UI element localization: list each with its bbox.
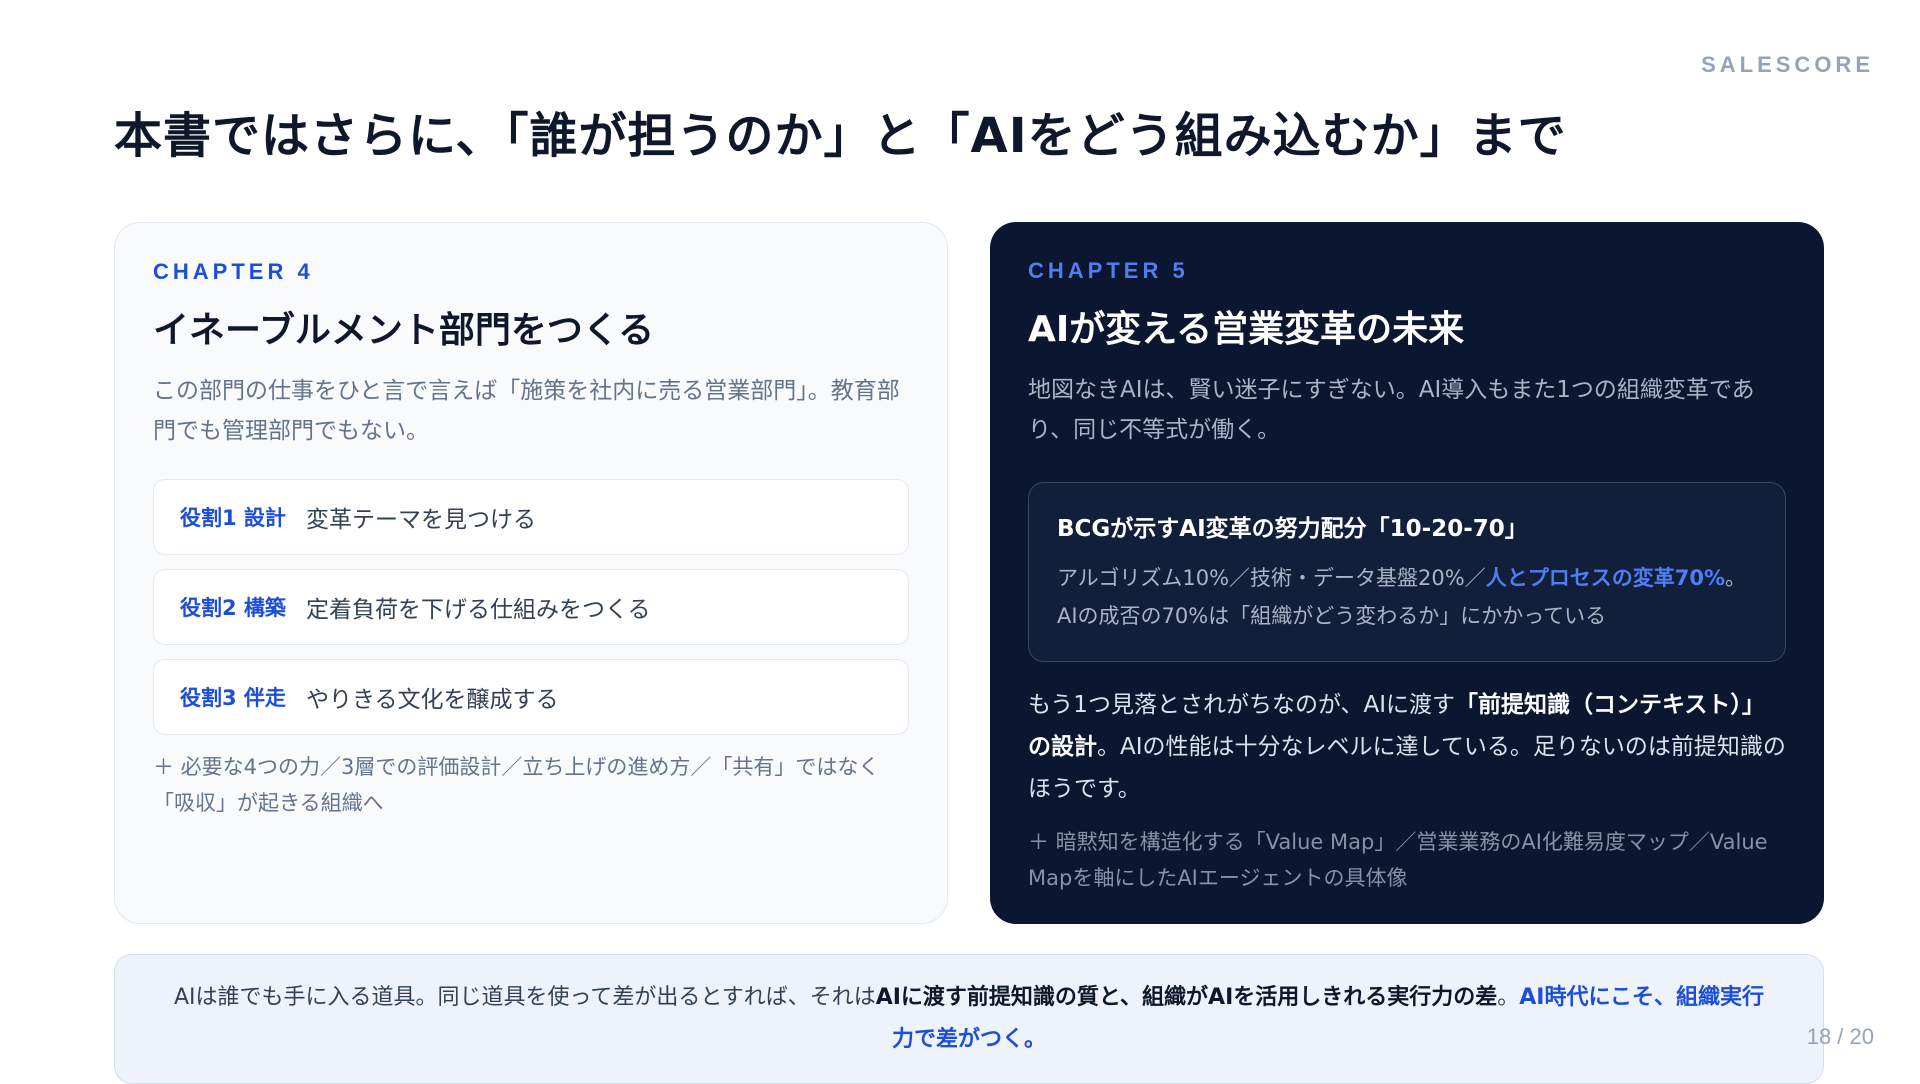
chapter5-body: もう1つ見落とされがちなのが、AIに渡す「前提知識（コンテキスト）」の設計。AI… [1028, 684, 1786, 810]
role-tag: 役割2 構築 [180, 596, 286, 620]
chapter4-lead: この部門の仕事をひと言で言えば「施策を社内に売る営業部門」。教育部門でも管理部門… [153, 378, 900, 444]
brand-logo: SALESCORE [1701, 52, 1874, 77]
role-list: 役割1 設計 変革テーマを見つける 役割2 構築 定着負荷を下げる仕組みをつくる… [153, 479, 909, 735]
role-text: 定着負荷を下げる仕組みをつくる [305, 597, 651, 623]
chapter5-card: CHAPTER 5 AIが変える営業変革の未来 地図なきAIは、賢い迷子にすぎな… [990, 222, 1824, 924]
chapter5-lead: 地図なきAIは、賢い迷子にすぎない。AI導入もまた1つの組織変革であり、同じ不等… [1028, 377, 1755, 443]
summary-pre: AIは誰でも手に入る道具。同じ道具を使って差が出るとすれば、それは [173, 985, 876, 1010]
page-title: 本書ではさらに、「誰が担うのか」と「AIをどう組み込むか」まで [114, 108, 1567, 164]
bcg-body: アルゴリズム10%／技術・データ基盤20%／人とプロセスの変革70%。AIの成否… [1057, 559, 1757, 635]
role-tag: 役割3 伴走 [180, 686, 286, 710]
chapter4-title: イネーブルメント部門をつくる [153, 310, 655, 351]
role-item-3: 役割3 伴走 やりきる文化を醸成する [153, 659, 909, 735]
chapter5-body-pre: もう1つ見落とされがちなのが、AIに渡す [1028, 692, 1456, 718]
bcg-body-highlight: 人とプロセスの変革70% [1485, 566, 1725, 590]
role-text: 変革テーマを見つける [305, 507, 536, 533]
bcg-title: BCGが示すAI変革の努力配分「10-20-70」 [1057, 516, 1528, 542]
chapter4-label: CHAPTER 4 [153, 259, 314, 284]
role-text: やりきる文化を醸成する [305, 687, 559, 713]
chapter5-label: CHAPTER 5 [1028, 258, 1189, 283]
chapter5-body-post: 。AIの性能は十分なレベルに達している。足りないのは前提知識のほうです。 [1028, 734, 1786, 802]
chapter4-card: CHAPTER 4 イネーブルメント部門をつくる この部門の仕事をひと言で言えば… [114, 222, 948, 924]
role-item-1: 役割1 設計 変革テーマを見つける [153, 479, 909, 555]
summary-bold: AIに渡す前提知識の質と、組織がAIを活用しきれる実行力の差 [875, 985, 1498, 1010]
bcg-callout: BCGが示すAI変革の努力配分「10-20-70」 アルゴリズム10%／技術・デ… [1028, 482, 1786, 662]
role-tag: 役割1 設計 [180, 506, 286, 530]
role-item-2: 役割2 構築 定着負荷を下げる仕組みをつくる [153, 569, 909, 645]
chapter4-more: ＋ 必要な4つの力／3層での評価設計／立ち上げの進め方／「共有」ではなく「吸収」… [153, 755, 880, 815]
chapter5-title: AIが変える営業変革の未来 [1028, 309, 1465, 350]
summary-mid: 。 [1497, 985, 1520, 1010]
summary-box: AIは誰でも手に入る道具。同じ道具を使って差が出るとすれば、それはAIに渡す前提… [114, 954, 1824, 1084]
bcg-body-pre: アルゴリズム10%／技術・データ基盤20%／ [1057, 566, 1486, 590]
page-number: 18 / 20 [1806, 1024, 1874, 1049]
chapter5-more: ＋ 暗黙知を構造化する「Value Map」／営業業務のAI化難易度マップ／Va… [1028, 830, 1768, 890]
